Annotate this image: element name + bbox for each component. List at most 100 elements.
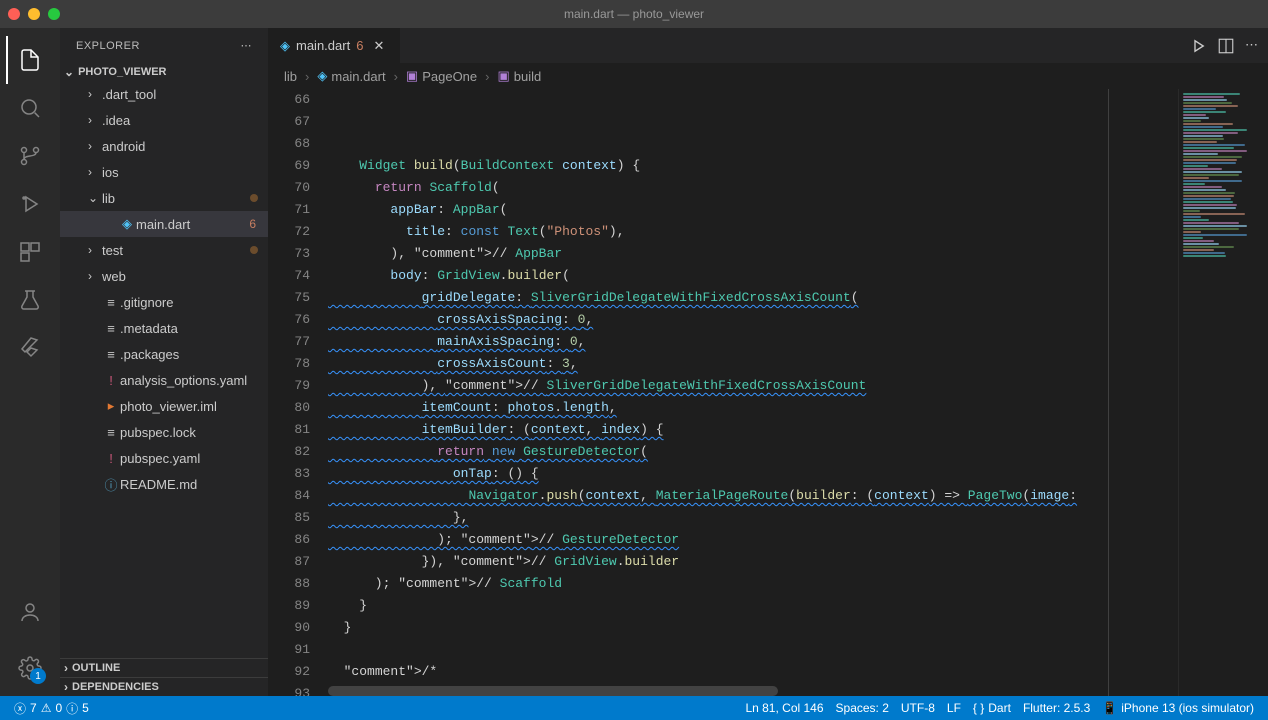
- testing-activity[interactable]: [6, 276, 54, 324]
- tree-item-label: README.md: [120, 477, 197, 492]
- tree-item--metadata[interactable]: ≡.metadata: [60, 315, 268, 341]
- status-language[interactable]: { }Dart: [967, 701, 1017, 715]
- tree-item-label: .packages: [120, 347, 179, 362]
- warning-icon: ⚠: [41, 701, 52, 715]
- tree-item-lib[interactable]: ⌄lib: [60, 185, 268, 211]
- outline-section[interactable]: ›OUTLINE: [60, 658, 268, 677]
- chevron-down-icon: ⌄: [64, 65, 74, 79]
- settings-activity[interactable]: 1: [6, 644, 54, 692]
- split-editor-button[interactable]: [1217, 37, 1235, 55]
- tree-item-photo-viewer-iml[interactable]: ▸photo_viewer.iml: [60, 393, 268, 419]
- info-icon: ⓘ: [66, 700, 78, 717]
- debug-icon: [18, 192, 42, 216]
- sidebar: EXPLORER ⋯ ⌄ PHOTO_VIEWER ›.dart_tool›.i…: [60, 28, 268, 696]
- breadcrumb-segment[interactable]: main.dart: [331, 69, 385, 84]
- status-eol[interactable]: LF: [941, 701, 967, 715]
- breadcrumb-segment[interactable]: build: [514, 69, 541, 84]
- tab-problem-count: 6: [356, 38, 363, 53]
- dependencies-label: DEPENDENCIES: [72, 681, 159, 693]
- status-flutter[interactable]: Flutter: 2.5.3: [1017, 701, 1096, 715]
- titlebar: main.dart — photo_viewer: [0, 0, 1268, 28]
- tree-item-analysis-options-yaml[interactable]: !analysis_options.yaml: [60, 367, 268, 393]
- chevron-right-icon: ›: [88, 269, 102, 283]
- breadcrumb[interactable]: lib › ◈ main.dart › ▣ PageOne › ▣ build: [268, 63, 1268, 89]
- yaml-icon: !: [102, 373, 120, 388]
- horizontal-scrollbar[interactable]: [328, 686, 778, 696]
- account-icon: [18, 600, 42, 624]
- status-device[interactable]: 📱iPhone 13 (ios simulator): [1096, 701, 1260, 715]
- tree-item-label: .idea: [102, 113, 130, 128]
- tree-item-label: .gitignore: [120, 295, 173, 310]
- explorer-activity[interactable]: [6, 36, 54, 84]
- breadcrumb-segment[interactable]: lib: [284, 69, 297, 84]
- xml-icon: ▸: [102, 398, 120, 414]
- breadcrumb-segment[interactable]: PageOne: [422, 69, 477, 84]
- problem-count: 6: [249, 217, 256, 231]
- tree-item-label: lib: [102, 191, 115, 206]
- tree-item--packages[interactable]: ≡.packages: [60, 341, 268, 367]
- status-cursor[interactable]: Ln 81, Col 146: [739, 701, 829, 715]
- tree-item-label: photo_viewer.iml: [120, 399, 217, 414]
- tree-item-label: test: [102, 243, 123, 258]
- tree-item-pubspec-yaml[interactable]: !pubspec.yaml: [60, 445, 268, 471]
- flutter-icon: [18, 336, 42, 360]
- modified-indicator: [250, 246, 258, 254]
- modified-indicator: [250, 194, 258, 202]
- tree-item-test[interactable]: ›test: [60, 237, 268, 263]
- tree-item-ios[interactable]: ›ios: [60, 159, 268, 185]
- close-window-button[interactable]: [8, 8, 20, 20]
- tree-item-label: pubspec.yaml: [120, 451, 200, 466]
- chevron-right-icon: ›: [88, 87, 102, 101]
- editor-area: ◈ main.dart 6 ✕ ⋯ lib › ◈ main.dart › ▣ …: [268, 28, 1268, 696]
- sidebar-more-actions[interactable]: ⋯: [241, 39, 253, 52]
- chevron-right-icon: ›: [88, 165, 102, 179]
- activity-bar: 1: [0, 28, 60, 696]
- minimize-window-button[interactable]: [28, 8, 40, 20]
- outline-label: OUTLINE: [72, 662, 120, 674]
- tree-item-label: pubspec.lock: [120, 425, 196, 440]
- tab-close-button[interactable]: ✕: [369, 38, 388, 54]
- tree-item-label: analysis_options.yaml: [120, 373, 247, 388]
- tree-item-web[interactable]: ›web: [60, 263, 268, 289]
- file-icon: ≡: [102, 321, 120, 336]
- dart-icon: ◈: [317, 68, 327, 84]
- code-content[interactable]: Widget build(BuildContext context) { ret…: [328, 89, 1178, 696]
- accounts-activity[interactable]: [6, 588, 54, 636]
- chevron-right-icon: ›: [481, 69, 493, 84]
- file-icon: ≡: [102, 425, 120, 440]
- tree-item--gitignore[interactable]: ≡.gitignore: [60, 289, 268, 315]
- status-encoding[interactable]: UTF-8: [895, 701, 941, 715]
- search-activity[interactable]: [6, 84, 54, 132]
- extensions-icon: [18, 240, 42, 264]
- git-branch-icon: [18, 144, 42, 168]
- extensions-activity[interactable]: [6, 228, 54, 276]
- tree-item-pubspec-lock[interactable]: ≡pubspec.lock: [60, 419, 268, 445]
- chevron-right-icon: ›: [64, 680, 68, 694]
- tree-item-readme-md[interactable]: ⓘREADME.md: [60, 471, 268, 497]
- tree-item--dart-tool[interactable]: ›.dart_tool: [60, 81, 268, 107]
- editor-body[interactable]: 6667686970717273747576777879808182838485…: [268, 89, 1268, 696]
- status-problems[interactable]: ⓧ7 ⚠0 ⓘ5: [8, 696, 95, 720]
- maximize-window-button[interactable]: [48, 8, 60, 20]
- run-debug-activity[interactable]: [6, 180, 54, 228]
- source-control-activity[interactable]: [6, 132, 54, 180]
- window-controls: [8, 8, 60, 20]
- tree-item--idea[interactable]: ›.idea: [60, 107, 268, 133]
- status-indent[interactable]: Spaces: 2: [830, 701, 895, 715]
- more-actions-button[interactable]: ⋯: [1245, 37, 1258, 55]
- tree-item-main-dart[interactable]: ◈main.dart6: [60, 211, 268, 237]
- device-icon: 📱: [1102, 701, 1117, 715]
- project-root[interactable]: ⌄ PHOTO_VIEWER: [60, 63, 268, 81]
- run-button[interactable]: [1189, 37, 1207, 55]
- error-icon: ⓧ: [14, 700, 26, 717]
- dependencies-section[interactable]: › DEPENDENCIES: [60, 677, 268, 696]
- minimap[interactable]: [1178, 89, 1268, 696]
- settings-badge: 1: [30, 668, 46, 684]
- flutter-activity[interactable]: [6, 324, 54, 372]
- info-icon: ⓘ: [102, 475, 120, 494]
- chevron-down-icon: ⌄: [88, 191, 102, 205]
- tree-item-android[interactable]: ›android: [60, 133, 268, 159]
- tab-main-dart[interactable]: ◈ main.dart 6 ✕: [268, 28, 401, 63]
- chevron-right-icon: ›: [88, 113, 102, 127]
- beaker-icon: [18, 288, 42, 312]
